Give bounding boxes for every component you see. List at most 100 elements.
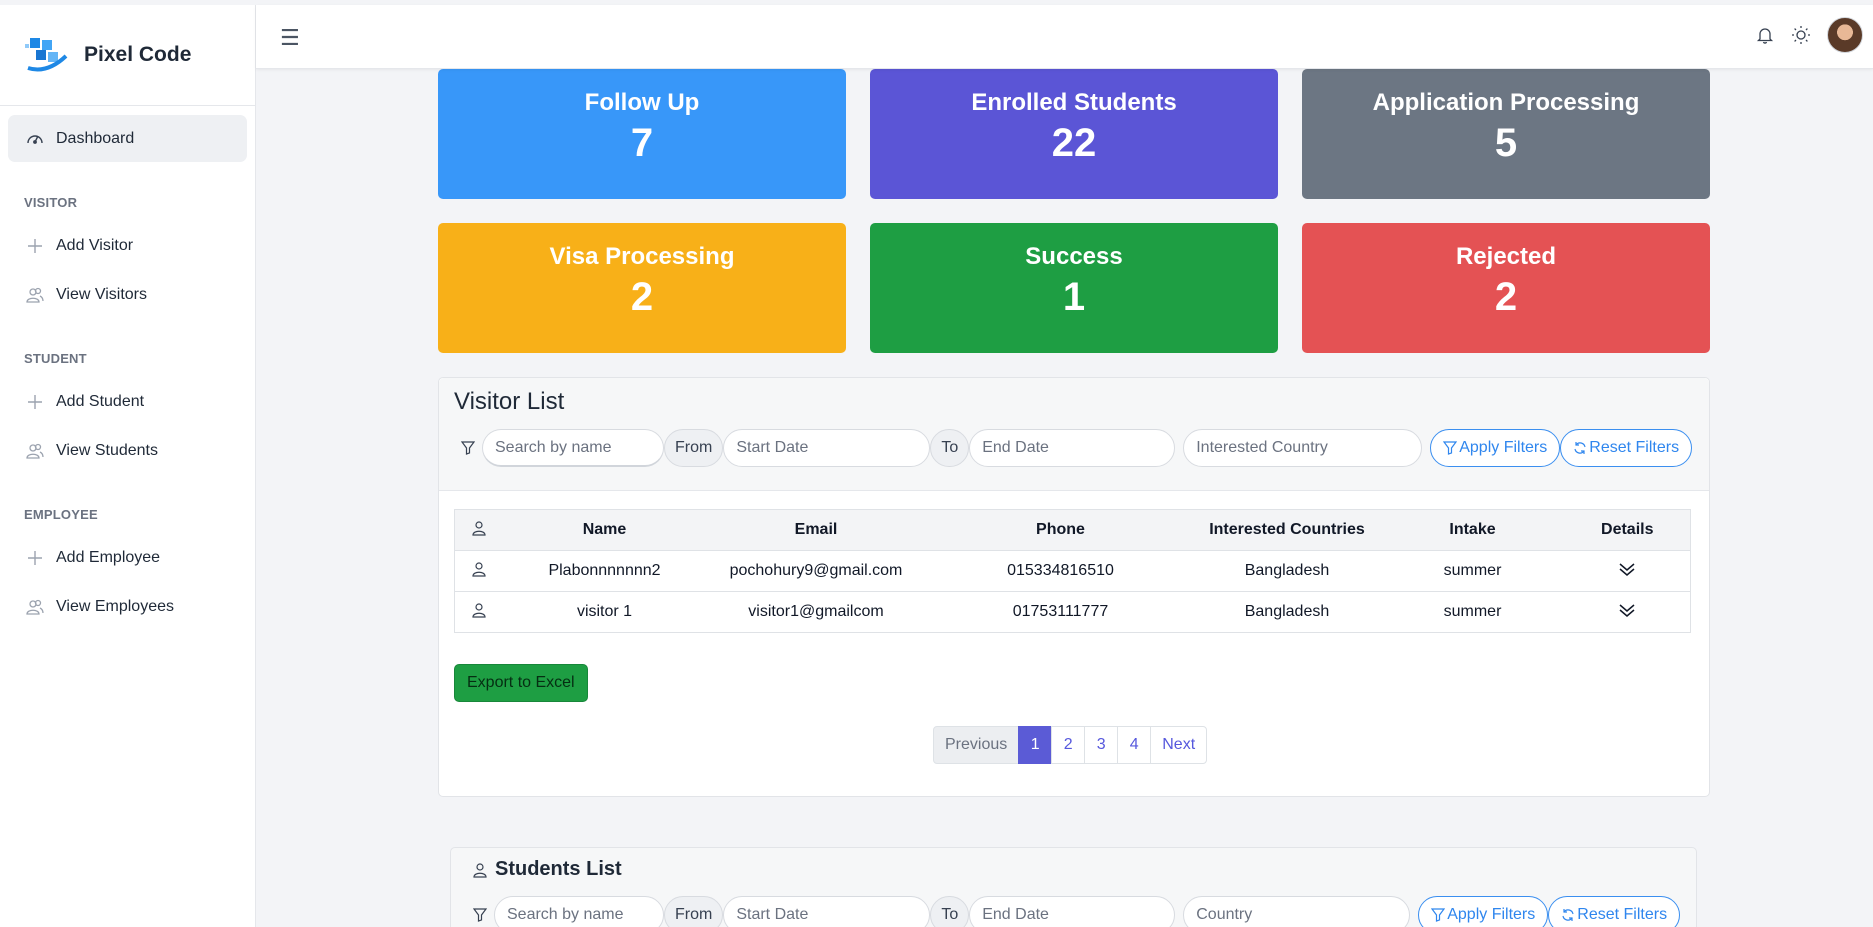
user-icon: [454, 550, 505, 592]
stat-card-success[interactable]: Success 1: [870, 223, 1278, 353]
visitor-search-input[interactable]: Search by name: [482, 429, 664, 467]
cell-country: Bangladesh: [1193, 550, 1381, 592]
stat-card-follow-up[interactable]: Follow Up 7: [438, 69, 846, 199]
stat-card-value: 7: [630, 121, 654, 165]
sidebar-nav: Dashboard VISITOR Add Visitor View Visit…: [0, 106, 255, 641]
cell-email: pochohury9@gmail.com: [704, 550, 928, 592]
pagination: Previous 1 2 3 4 Next: [933, 726, 1208, 764]
stat-card-value: 2: [1494, 275, 1518, 319]
filter-icon: [454, 429, 482, 467]
users-icon: [24, 596, 46, 618]
chevron-down-icon[interactable]: [1564, 591, 1691, 633]
brand[interactable]: Pixel Code: [0, 5, 255, 106]
visitor-table: Name Email Phone Interested Countries In…: [454, 509, 1691, 633]
sidebar-item-view-employees[interactable]: View Employees: [8, 583, 247, 630]
column-header-name[interactable]: Name: [504, 509, 705, 551]
students-list-panel: Students List Search by name From Start …: [450, 847, 1697, 927]
from-label: From: [664, 429, 724, 467]
cell-email: visitor1@gmailcom: [704, 591, 928, 633]
avatar[interactable]: [1827, 17, 1863, 53]
cell-name: Plabonnnnnnn2: [504, 550, 705, 592]
visitor-list-header: Visitor List Search by name From Start D…: [439, 378, 1709, 491]
sidebar-item-dashboard[interactable]: Dashboard: [8, 115, 247, 162]
stat-card-title: Follow Up: [584, 89, 700, 116]
students-list-header: Students List: [473, 858, 622, 881]
sidebar-item-label: Add Visitor: [56, 236, 134, 254]
stat-card-rejected[interactable]: Rejected 2: [1302, 223, 1710, 353]
sidebar: Pixel Code Dashboard VISITOR Add Visitor…: [0, 5, 256, 927]
stat-card-title: Application Processing: [1372, 89, 1640, 116]
sidebar-item-add-visitor[interactable]: Add Visitor: [8, 222, 247, 269]
cell-country: Bangladesh: [1193, 591, 1381, 633]
sidebar-item-label: View Students: [56, 441, 158, 459]
end-date-input[interactable]: End Date: [969, 896, 1176, 927]
student-search-input[interactable]: Search by name: [494, 896, 664, 927]
users-icon: [473, 862, 487, 878]
sun-icon[interactable]: [1791, 25, 1811, 45]
stat-card-enrolled-students[interactable]: Enrolled Students 22: [870, 69, 1278, 199]
cell-name: visitor 1: [504, 591, 705, 633]
stat-card-visa-processing[interactable]: Visa Processing 2: [438, 223, 846, 353]
stat-card-application-processing[interactable]: Application Processing 5: [1302, 69, 1710, 199]
pagination-page-2[interactable]: 2: [1051, 726, 1086, 764]
interested-country-input[interactable]: Interested Country: [1183, 429, 1423, 467]
plus-icon: [24, 391, 46, 413]
to-label: To: [930, 429, 970, 467]
stat-card-value: 22: [1051, 121, 1097, 165]
column-header-intake[interactable]: Intake: [1380, 509, 1565, 551]
cell-phone: 01753111777: [927, 591, 1194, 633]
table-row[interactable]: visitor 1 visitor1@gmailcom 01753111777 …: [454, 591, 1691, 633]
column-header-phone[interactable]: Phone: [927, 509, 1194, 551]
brand-logo-icon: [25, 38, 68, 72]
start-date-input[interactable]: Start Date: [723, 896, 931, 927]
pagination-page-4[interactable]: 4: [1117, 726, 1152, 764]
from-label: From: [664, 896, 724, 927]
sidebar-item-view-students[interactable]: View Students: [8, 427, 247, 474]
sidebar-section-employee: EMPLOYEE: [24, 507, 98, 522]
user-icon: [454, 509, 505, 551]
sidebar-item-add-employee[interactable]: Add Employee: [8, 534, 247, 581]
hamburger-icon[interactable]: ☰: [280, 25, 300, 51]
start-date-input[interactable]: Start Date: [723, 429, 931, 467]
column-header-interested-countries[interactable]: Interested Countries: [1193, 509, 1381, 551]
sidebar-item-label: View Employees: [56, 597, 174, 615]
reset-filters-label: Reset Filters: [1589, 439, 1680, 456]
apply-filters-label: Apply Filters: [1459, 439, 1548, 456]
cell-phone: 015334816510: [927, 550, 1194, 592]
plus-icon: [24, 547, 46, 569]
sidebar-item-add-student[interactable]: Add Student: [8, 378, 247, 425]
chevron-down-icon[interactable]: [1564, 550, 1691, 592]
stat-card-value: 5: [1494, 121, 1518, 165]
pagination-next[interactable]: Next: [1150, 726, 1208, 764]
pagination-previous[interactable]: Previous: [933, 726, 1020, 764]
stat-card-title: Visa Processing: [549, 243, 735, 270]
plus-icon: [24, 235, 46, 257]
sidebar-item-label: Add Student: [56, 392, 145, 410]
pagination-page-1[interactable]: 1: [1018, 726, 1053, 764]
country-input[interactable]: Country: [1183, 896, 1411, 927]
brand-name: Pixel Code: [84, 43, 192, 66]
refresh-icon: [1574, 442, 1586, 454]
sidebar-section-student: STUDENT: [24, 351, 87, 366]
table-row[interactable]: Plabonnnnnnn2 pochohury9@gmail.com 01533…: [454, 550, 1691, 592]
export-excel-button[interactable]: Export to Excel: [454, 664, 588, 702]
column-header-email[interactable]: Email: [704, 509, 928, 551]
apply-filters-button[interactable]: Apply Filters: [1418, 896, 1549, 927]
refresh-icon: [1562, 909, 1574, 921]
sidebar-item-view-visitors[interactable]: View Visitors: [8, 271, 247, 318]
main-content: Follow Up 7 Enrolled Students 22 Applica…: [256, 69, 1873, 927]
topbar: ☰: [256, 5, 1873, 69]
visitor-filter-row: Search by name From Start Date To End Da…: [454, 429, 1693, 467]
stat-card-title: Enrolled Students: [971, 89, 1177, 116]
reset-filters-button[interactable]: Reset Filters: [1548, 896, 1681, 927]
apply-filters-label: Apply Filters: [1447, 906, 1536, 923]
reset-filters-button[interactable]: Reset Filters: [1560, 429, 1693, 467]
pagination-page-3[interactable]: 3: [1084, 726, 1119, 764]
students-filter-row: Search by name From Start Date To End Da…: [466, 896, 1681, 927]
filter-icon: [1431, 908, 1446, 922]
bell-icon[interactable]: [1755, 25, 1775, 45]
end-date-input[interactable]: End Date: [969, 429, 1176, 467]
users-icon: [24, 440, 46, 462]
apply-filters-button[interactable]: Apply Filters: [1430, 429, 1561, 467]
sidebar-item-label: Add Employee: [56, 548, 161, 566]
